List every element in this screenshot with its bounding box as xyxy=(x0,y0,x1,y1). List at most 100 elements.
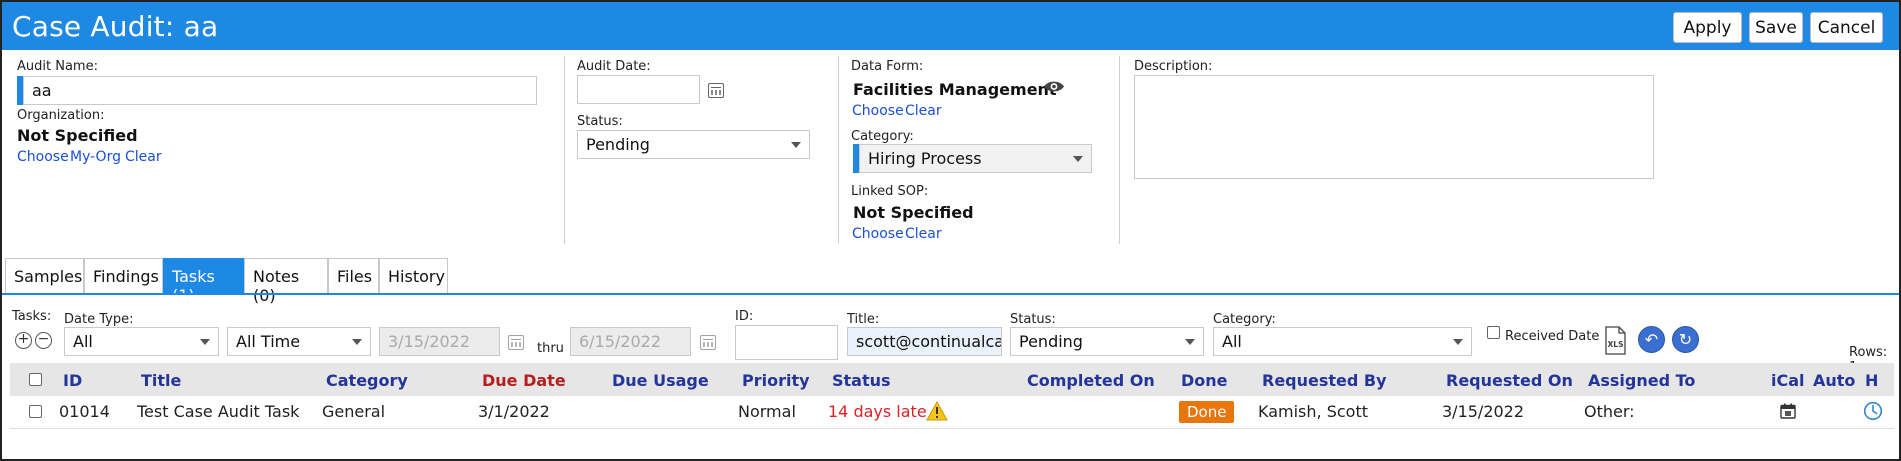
received-date-checkbox[interactable] xyxy=(1487,326,1500,339)
refresh-icon[interactable]: ↻ xyxy=(1672,326,1699,353)
calendar-icon[interactable] xyxy=(700,335,716,350)
col-requested-on[interactable]: Requested On xyxy=(1446,371,1573,390)
calendar-icon[interactable] xyxy=(708,83,724,98)
linked-sop-clear-link[interactable]: Clear xyxy=(905,226,942,242)
status-filter-select[interactable]: Pending xyxy=(1010,327,1204,356)
tab-tasks[interactable]: Tasks (1) xyxy=(163,258,244,305)
status-label: Status: xyxy=(577,114,623,129)
thru-label: thru xyxy=(537,341,564,356)
xls-export-icon[interactable]: XLS xyxy=(1604,326,1627,355)
history-clock-icon[interactable] xyxy=(1863,401,1883,421)
status-select-value: Pending xyxy=(586,135,650,154)
data-form-label: Data Form: xyxy=(851,59,924,74)
cell-id: 01014 xyxy=(59,402,110,421)
col-done[interactable]: Done xyxy=(1181,371,1228,390)
date-type-select[interactable]: All xyxy=(64,327,219,356)
col-status[interactable]: Status xyxy=(832,371,891,390)
chevron-down-icon xyxy=(791,142,801,148)
linked-sop-value: Not Specified xyxy=(853,203,974,222)
status-filter-label: Status: xyxy=(1010,312,1056,327)
received-date-label: Received Date xyxy=(1505,329,1600,344)
col-assigned-to[interactable]: Assigned To xyxy=(1588,371,1695,390)
warning-icon xyxy=(926,401,948,421)
cancel-button[interactable]: Cancel xyxy=(1810,12,1883,43)
tab-files[interactable]: Files xyxy=(328,258,379,293)
date-range-select[interactable]: All Time xyxy=(227,327,371,356)
ical-icon[interactable] xyxy=(1780,403,1796,419)
col-category[interactable]: Category xyxy=(326,371,408,390)
tab-findings[interactable]: Findings xyxy=(84,258,163,293)
audit-date-label: Audit Date: xyxy=(577,59,651,74)
col-id[interactable]: ID xyxy=(63,371,82,390)
organization-label: Organization: xyxy=(17,108,105,123)
xls-label: XLS xyxy=(1608,340,1624,349)
title-filter-input[interactable]: scott@continualca xyxy=(847,327,1002,356)
category-label: Category: xyxy=(851,129,914,144)
organization-value: Not Specified xyxy=(17,126,138,145)
cell-priority: Normal xyxy=(738,402,796,421)
col-title[interactable]: Title xyxy=(141,371,181,390)
apply-button[interactable]: Apply xyxy=(1673,12,1742,43)
to-date-input[interactable]: 6/15/2022 xyxy=(570,327,691,356)
id-filter-input[interactable] xyxy=(735,325,838,360)
date-type-label: Date Type: xyxy=(64,312,134,327)
from-date-input[interactable]: 3/15/2022 xyxy=(379,327,500,356)
title-filter-label: Title: xyxy=(847,312,880,327)
category-select[interactable]: Hiring Process xyxy=(859,144,1092,173)
tasks-table-header: ID Title Category Due Date Due Usage Pri… xyxy=(10,363,1894,396)
chevron-down-icon xyxy=(200,339,210,345)
description-label: Description: xyxy=(1134,59,1213,74)
col-h[interactable]: H xyxy=(1865,371,1878,390)
remove-circle-icon[interactable]: − xyxy=(35,332,52,349)
add-circle-icon[interactable]: + xyxy=(15,332,32,349)
save-button[interactable]: Save xyxy=(1749,12,1803,43)
date-type-value: All xyxy=(73,332,93,351)
category-filter-value: All xyxy=(1222,332,1242,351)
category-filter-label: Category: xyxy=(1213,312,1276,327)
cell-assigned-to: Other: xyxy=(1584,402,1635,421)
col-ical[interactable]: iCal xyxy=(1771,371,1805,390)
status-select[interactable]: Pending xyxy=(577,130,810,159)
data-form-clear-link[interactable]: Clear xyxy=(905,103,942,119)
organization-my-org-link[interactable]: My-Org xyxy=(70,149,121,165)
chevron-down-icon xyxy=(1453,339,1463,345)
col-due-date[interactable]: Due Date xyxy=(482,371,566,390)
audit-date-input[interactable] xyxy=(577,75,700,104)
audit-name-label: Audit Name: xyxy=(17,59,98,74)
category-select-value: Hiring Process xyxy=(868,149,982,168)
cell-title[interactable]: Test Case Audit Task xyxy=(137,402,299,421)
cell-status: 14 days late xyxy=(828,402,927,421)
chevron-down-icon xyxy=(1185,339,1195,345)
done-button[interactable]: Done xyxy=(1179,401,1235,423)
col-completed-on[interactable]: Completed On xyxy=(1027,371,1155,390)
title-bar: Case Audit: aa Apply Save Cancel xyxy=(2,2,1899,50)
col-requested-by[interactable]: Requested By xyxy=(1262,371,1387,390)
tab-notes[interactable]: Notes (0) xyxy=(244,258,328,305)
id-filter-label: ID: xyxy=(735,309,754,324)
calendar-icon[interactable] xyxy=(508,335,524,350)
col-priority[interactable]: Priority xyxy=(742,371,810,390)
chevron-down-icon xyxy=(352,339,362,345)
select-all-checkbox[interactable] xyxy=(29,373,42,386)
col-due-usage[interactable]: Due Usage xyxy=(612,371,709,390)
data-form-value: Facilities Management xyxy=(853,80,1057,99)
tab-history[interactable]: History xyxy=(379,258,448,293)
description-textarea[interactable] xyxy=(1134,75,1654,179)
organization-choose-link[interactable]: Choose xyxy=(17,149,69,165)
status-filter-value: Pending xyxy=(1019,332,1083,351)
data-form-choose-link[interactable]: Choose xyxy=(852,103,904,119)
tab-samples[interactable]: Samples xyxy=(5,258,84,293)
table-row[interactable]: 01014 Test Case Audit Task General 3/1/2… xyxy=(10,396,1894,429)
audit-name-input[interactable]: aa xyxy=(23,76,537,105)
row-checkbox[interactable] xyxy=(29,405,42,418)
organization-clear-link[interactable]: Clear xyxy=(125,149,162,165)
chevron-down-icon xyxy=(1073,156,1083,162)
undo-icon[interactable]: ↶ xyxy=(1638,326,1665,353)
cell-category: General xyxy=(322,402,386,421)
col-auto[interactable]: Auto xyxy=(1813,371,1855,390)
cell-due-date: 3/1/2022 xyxy=(478,402,550,421)
date-range-value: All Time xyxy=(236,332,301,351)
category-filter-select[interactable]: All xyxy=(1213,327,1472,356)
eye-icon[interactable] xyxy=(1043,79,1065,94)
linked-sop-choose-link[interactable]: Choose xyxy=(852,226,904,242)
